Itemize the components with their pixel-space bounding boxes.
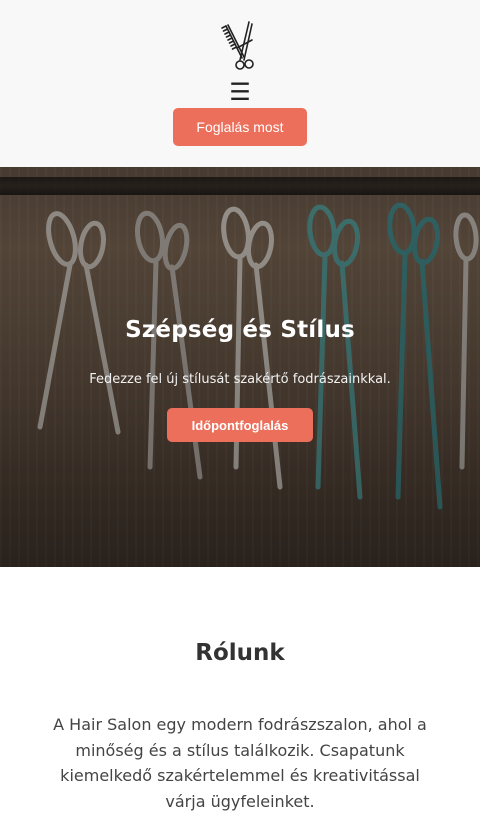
about-title: Rólunk bbox=[195, 640, 285, 666]
hero-banner: Szépség és Stílus Fedezze fel új stílusá… bbox=[0, 167, 480, 567]
hero-overlay bbox=[0, 167, 480, 567]
hero-title: Szépség és Stílus bbox=[125, 317, 355, 343]
menu-icon[interactable]: ☰ bbox=[0, 78, 480, 106]
appointment-button[interactable]: Időpontfoglalás bbox=[167, 408, 313, 442]
book-now-button[interactable]: Foglalás most bbox=[173, 108, 307, 146]
hero-subtitle: Fedezze fel új stílusát szakértő fodrász… bbox=[89, 372, 391, 387]
scissors-comb-icon[interactable] bbox=[216, 18, 264, 72]
site-header: ☰ Foglalás most bbox=[0, 0, 480, 167]
about-text: A Hair Salon egy modern fodrászszalon, a… bbox=[53, 715, 427, 811]
about-section: Rólunk A Hair Salon egy modern fodrászsz… bbox=[0, 567, 480, 811]
